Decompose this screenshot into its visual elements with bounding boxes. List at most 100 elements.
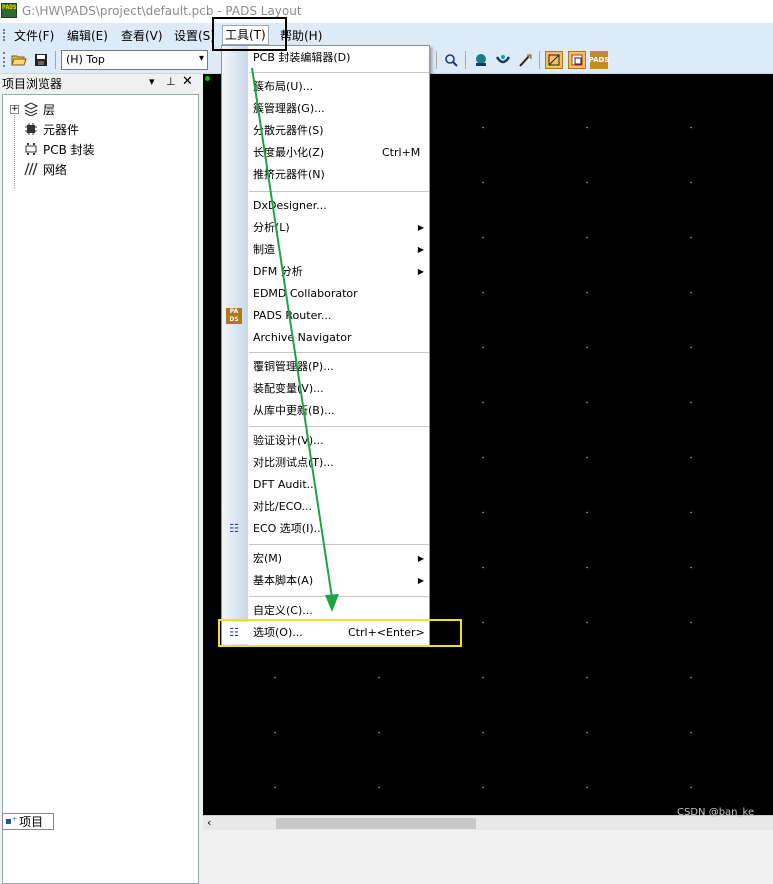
menu-item-edmd-collaborator[interactable]: EDMD Collaborator	[222, 283, 429, 305]
menu-item-label: DFT Audit...	[253, 478, 318, 491]
menu-item-label: 宏(M)	[253, 552, 283, 565]
menu-item-label: 对比测试点(T)...	[253, 456, 334, 469]
menu-item-analysis[interactable]: 分析(L) ▶	[222, 217, 429, 239]
tree-item-layers[interactable]: 层	[22, 100, 55, 118]
menu-item-dft-audit[interactable]: DFT Audit...	[222, 474, 429, 496]
folder-open-icon[interactable]	[10, 51, 28, 69]
menu-file[interactable]: 文件(F)	[14, 27, 54, 44]
zoom-icon[interactable]	[442, 51, 460, 69]
eco-options-icon: ☷	[229, 522, 239, 535]
tree-item-label: 元器件	[43, 122, 80, 137]
menu-item-verify-design[interactable]: 验证设计(V)...	[222, 430, 429, 452]
dropdown-arrow-icon[interactable]: ▾	[149, 75, 155, 88]
tools-menu: PCB 封装编辑器(D) 簇布局(U)... 簇管理器(G)... 分散元器件(…	[221, 45, 430, 646]
watermark: CSDN @ban_ke	[677, 807, 755, 818]
menu-item-label: 装配变量(V)...	[253, 382, 324, 395]
toolbar-separator	[539, 51, 540, 69]
menu-item-pads-router[interactable]: PA DS PADS Router...	[222, 305, 429, 327]
submenu-arrow-icon: ▶	[417, 223, 424, 232]
menu-item-dfm-analysis[interactable]: DFM 分析 ▶	[222, 261, 429, 283]
menu-view[interactable]: 查看(V)	[121, 27, 163, 44]
menu-setup[interactable]: 设置(S)	[174, 27, 215, 44]
menu-item-basic-scripts[interactable]: 基本脚本(A) ▶	[222, 570, 429, 592]
menu-item-label: 分散元器件(S)	[253, 124, 324, 137]
origin-marker	[205, 76, 210, 81]
submenu-arrow-icon: ▶	[417, 267, 424, 276]
project-tree: + 层 元器件 PCB 封装 网络	[2, 94, 199, 884]
tree-connector	[14, 113, 15, 188]
save-icon[interactable]	[32, 51, 50, 69]
menu-separator	[249, 544, 429, 545]
menu-item-label: 分析(L)	[253, 221, 290, 234]
menu-item-label: EDMD Collaborator	[253, 287, 358, 300]
window-title: G:\HW\PADS\project\default.pcb - PADS La…	[22, 4, 302, 18]
menu-item-eco-options[interactable]: ☷ ECO 选项(I)...	[222, 518, 429, 540]
menu-item-label: 基本脚本(A)	[253, 574, 314, 587]
menu-item-label: 验证设计(V)...	[253, 434, 324, 447]
submenu-arrow-icon: ▶	[417, 245, 424, 254]
menu-item-push-components[interactable]: 推挤元器件(N)	[222, 164, 429, 186]
menu-item-shortcut: Ctrl+M	[382, 146, 421, 159]
menu-item-macro[interactable]: 宏(M) ▶	[222, 548, 429, 570]
tree-item-footprints[interactable]: PCB 封装	[22, 140, 95, 158]
menu-separator	[249, 352, 429, 353]
toolbar-separator	[465, 51, 466, 69]
toolbar-separator	[55, 51, 56, 69]
annotation-box-options	[218, 619, 462, 647]
menu-item-label: 覆铜管理器(P)...	[253, 360, 334, 373]
menu-item-pour-manager[interactable]: 覆铜管理器(P)...	[222, 356, 429, 378]
close-icon[interactable]: ✕	[182, 74, 193, 89]
menu-item-fabrication[interactable]: 制造 ▶	[222, 239, 429, 261]
menu-item-cluster-placement[interactable]: 簇布局(U)...	[222, 76, 429, 98]
toolbar-grip[interactable]	[3, 52, 5, 67]
title-bar: PADS G:\HW\PADS\project\default.pcb - PA…	[0, 0, 773, 23]
menu-item-dxdesigner[interactable]: DxDesigner...	[222, 195, 429, 217]
menu-item-compare-eco[interactable]: 对比/ECO...	[222, 496, 429, 518]
menu-item-assembly-variants[interactable]: 装配变量(V)...	[222, 378, 429, 400]
menu-edit[interactable]: 编辑(E)	[67, 27, 108, 44]
net-icon	[22, 162, 40, 176]
sketch-icon[interactable]	[516, 51, 534, 69]
menu-separator	[249, 426, 429, 427]
component-icon	[22, 122, 40, 136]
menu-item-compare-test-points[interactable]: 对比测试点(T)...	[222, 452, 429, 474]
tree-item-label: PCB 封装	[43, 142, 95, 157]
project-browser-title: 项目浏览器	[2, 77, 63, 91]
project-browser-header: 项目浏览器 ▾ ⊥ ✕	[0, 74, 203, 92]
menu-bar: 文件(F) 编辑(E) 查看(V) 设置(S) 工具(T) 帮助(H)	[0, 23, 773, 46]
pads-icon-2[interactable]	[568, 51, 586, 69]
project-tab-label: 项目	[19, 815, 44, 829]
annotation-box-tools	[212, 17, 287, 51]
menu-item-label: Archive Navigator	[253, 331, 352, 344]
tree-item-label: 层	[43, 102, 56, 117]
menu-item-label: 制造	[253, 243, 275, 256]
route-icon[interactable]	[494, 51, 512, 69]
menu-item-disperse-components[interactable]: 分散元器件(S)	[222, 120, 429, 142]
layer-select-value: (H) Top	[66, 53, 105, 66]
project-tab[interactable]: ▪⁺ 项目	[2, 813, 54, 830]
menu-item-archive-navigator[interactable]: Archive Navigator	[222, 327, 429, 349]
menu-item-cluster-manager[interactable]: 簇管理器(G)...	[222, 98, 429, 120]
tree-item-nets[interactable]: 网络	[22, 160, 67, 178]
menubar-grip[interactable]	[3, 29, 5, 41]
scroll-left-icon[interactable]: ‹	[207, 816, 211, 829]
submenu-arrow-icon: ▶	[417, 554, 424, 563]
project-tab-icon: ▪⁺	[5, 816, 18, 827]
pads-icon-3[interactable]: PADS	[589, 51, 609, 69]
menu-item-label: 对比/ECO...	[253, 500, 313, 513]
submenu-arrow-icon: ▶	[417, 576, 424, 585]
pads-icon-1[interactable]	[545, 51, 563, 69]
view-icon[interactable]	[472, 51, 490, 69]
layer-select[interactable]: (H) Top ▾	[61, 50, 208, 70]
menu-item-label: 簇管理器(G)...	[253, 102, 325, 115]
menu-item-label: PADS Router...	[253, 309, 332, 322]
scroll-thumb[interactable]	[276, 818, 476, 829]
tree-item-label: 网络	[43, 162, 68, 177]
menu-item-length-minimization[interactable]: 长度最小化(Z) Ctrl+M	[222, 142, 429, 164]
pin-icon[interactable]: ⊥	[166, 75, 176, 88]
layers-icon	[22, 102, 40, 117]
menu-item-label: 长度最小化(Z)	[253, 146, 325, 159]
menu-item-update-from-library[interactable]: 从库中更新(B)...	[222, 400, 429, 422]
pads-logo-icon: PADS	[1, 3, 17, 18]
tree-item-components[interactable]: 元器件	[22, 120, 79, 138]
